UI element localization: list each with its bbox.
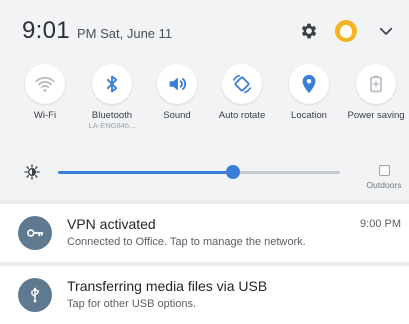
outdoors-label: Outdoors	[366, 180, 402, 190]
tile-label: Power saving	[347, 110, 405, 121]
clock-date: PM Sat, June 11	[77, 26, 173, 41]
tile-label: Bluetooth	[91, 110, 133, 121]
chevron-down-icon	[379, 27, 393, 35]
notification-title: VPN activated	[67, 216, 156, 232]
bluetooth-icon	[106, 75, 118, 93]
vpn-key-icon	[18, 216, 52, 250]
notification-text: Tap for other USB options.	[67, 298, 197, 310]
tile-location[interactable]: Location	[279, 64, 339, 121]
tile-sound[interactable]: Sound	[147, 64, 207, 121]
tile-sublabel: LA-ENG846...	[88, 121, 136, 130]
notification-usb[interactable]: Transferring media files via USB Tap for…	[0, 266, 409, 324]
usb-icon	[18, 278, 52, 312]
gear-icon	[301, 23, 317, 39]
settings-button[interactable]	[297, 19, 321, 43]
avatar-icon	[335, 20, 357, 42]
wifi-icon	[35, 76, 55, 92]
brightness-slider[interactable]	[58, 165, 340, 179]
notification-time: 9:00 PM	[360, 218, 401, 230]
sound-icon	[169, 77, 187, 91]
notification-text: Connected to Office. Tap to manage the n…	[67, 236, 306, 248]
quick-settings-panel: 9:01 PM Sat, June 11 Wi-Fi Bluetooth LA-…	[0, 0, 409, 200]
notification-vpn[interactable]: VPN activated Connected to Office. Tap t…	[0, 204, 409, 262]
tile-label: Location	[291, 110, 327, 121]
expand-button[interactable]	[374, 19, 398, 43]
tile-power-saving[interactable]: Power saving	[346, 64, 406, 121]
notification-title: Transferring media files via USB	[67, 278, 268, 294]
outdoors-toggle[interactable]: Outdoors	[354, 165, 409, 190]
power-saving-icon	[370, 75, 382, 93]
tile-wifi[interactable]: Wi-Fi	[15, 64, 75, 121]
brightness-icon	[24, 164, 40, 185]
outdoors-checkbox[interactable]	[378, 165, 390, 176]
tile-bluetooth[interactable]: Bluetooth LA-ENG846...	[82, 64, 142, 130]
brightness-slider-row: Outdoors	[18, 160, 409, 190]
tile-label: Wi-Fi	[33, 110, 57, 121]
user-avatar-button[interactable]	[334, 19, 358, 43]
location-icon	[302, 74, 316, 94]
clock-time: 9:01	[22, 17, 70, 44]
tile-label: Auto rotate	[218, 110, 266, 121]
brightness-fill	[58, 171, 233, 174]
tile-label: Sound	[163, 110, 191, 121]
tile-auto-rotate[interactable]: Auto rotate	[212, 64, 272, 121]
brightness-thumb[interactable]	[225, 165, 240, 179]
auto-rotate-icon	[232, 74, 252, 94]
